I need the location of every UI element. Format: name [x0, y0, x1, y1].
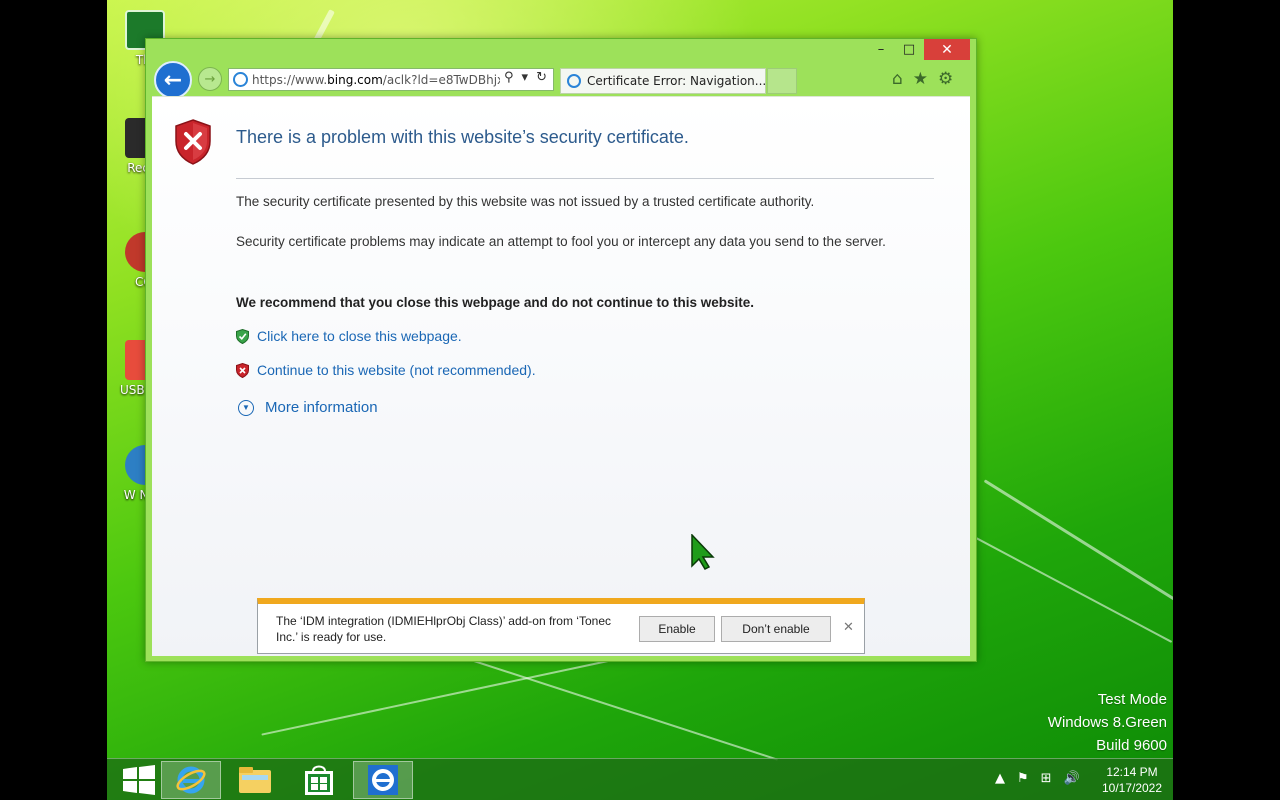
ie-page-icon [233, 72, 248, 87]
dropdown-icon[interactable]: ▾ [522, 70, 529, 85]
search-icon[interactable]: ⚲ [504, 70, 514, 85]
watermark-line-3: Build 9600 [1096, 737, 1167, 754]
volume-icon[interactable]: 🔊 [1064, 771, 1080, 786]
forward-button[interactable]: → [198, 67, 222, 91]
more-information-toggle[interactable]: ▼ More information [238, 399, 378, 416]
close-webpage-link[interactable]: Click here to close this webpage. [236, 328, 462, 344]
ie-window: – □ ✕ ← → https://www. bing.com/aclk?ld=e… [145, 38, 977, 662]
taskbar-clock[interactable]: 12:14 PM 10/17/2022 [1097, 764, 1167, 796]
taskbar-ie-2[interactable] [353, 761, 413, 799]
desktop: Thi Recyc CCl USB Sec W Navi – □ ✕ ← → h… [107, 0, 1173, 800]
cert-warning-text: Security certificate problems may indica… [236, 234, 886, 249]
continue-website-link[interactable]: Continue to this website (not recommende… [236, 362, 536, 378]
divider [236, 178, 934, 179]
network-icon[interactable]: ⊞ [1041, 771, 1052, 786]
watermark-line-1: Test Mode [1097, 691, 1167, 708]
settings-gear-icon[interactable]: ⚙ [938, 69, 953, 89]
wallpaper-streak [983, 479, 1173, 604]
notification-close-icon[interactable]: ✕ [843, 620, 854, 635]
close-webpage-link-label: Click here to close this webpage. [257, 328, 462, 344]
back-button[interactable]: ← [154, 61, 192, 99]
system-tray: ▲ ⚑ ⊞ 🔊 [995, 771, 1080, 786]
error-shield-icon [175, 119, 211, 165]
tab-certificate-error[interactable]: Certificate Error: Navigation... ✕ [560, 68, 782, 94]
favorites-star-icon[interactable]: ★ [913, 69, 928, 89]
more-information-label: More information [265, 399, 378, 416]
internet-explorer-icon [176, 766, 206, 794]
maximize-button[interactable]: □ [896, 39, 922, 60]
enable-button[interactable]: Enable [639, 616, 715, 642]
clock-date: 10/17/2022 [1101, 781, 1163, 795]
windows-logo-icon [123, 765, 155, 795]
taskbar-store[interactable] [289, 761, 349, 799]
taskbar-ie[interactable] [161, 761, 221, 799]
address-tools: ⚲ ▾ ↻ [500, 70, 551, 85]
action-center-flag-icon[interactable]: ⚑ [1017, 771, 1029, 786]
green-shield-icon [236, 328, 249, 344]
test-mode-watermark: Test Mode Windows 8.Green Build 9600 [1048, 688, 1167, 757]
watermark-line-2: Windows 8.Green [1047, 714, 1167, 731]
red-shield-icon [236, 362, 249, 378]
clock-time: 12:14 PM [1106, 765, 1158, 779]
new-tab-button[interactable] [767, 68, 797, 94]
ie-tab-icon [567, 74, 581, 88]
cert-untrusted-text: The security certificate presented by th… [236, 194, 815, 209]
arrow-left-icon: ← [163, 67, 183, 93]
show-hidden-icons-icon[interactable]: ▲ [995, 771, 1005, 786]
continue-website-link-label: Continue to this website (not recommende… [257, 362, 536, 378]
close-window-button[interactable]: ✕ [924, 39, 970, 60]
refresh-icon[interactable]: ↻ [536, 70, 547, 85]
start-button[interactable] [109, 761, 169, 799]
dont-enable-button[interactable]: Don’t enable [721, 616, 831, 642]
taskbar: ▲ ⚑ ⊞ 🔊 12:14 PM 10/17/2022 [107, 758, 1173, 800]
recommend-text: We recommend that you close this webpage… [236, 295, 755, 310]
page-content: There is a problem with this website’s s… [152, 96, 970, 656]
internet-explorer-icon [368, 765, 398, 795]
addon-notification-bar: The ‘IDM integration (IDMIEHlprObj Class… [257, 598, 865, 654]
taskbar-file-explorer[interactable] [225, 761, 285, 799]
browser-tools: ⌂ ★ ⚙ [892, 69, 953, 89]
notification-text: The ‘IDM integration (IDMIEHlprObj Class… [276, 614, 611, 644]
chevron-down-icon: ▼ [238, 399, 254, 416]
mouse-cursor-icon [691, 534, 715, 570]
address-prefix: https://www. [252, 72, 328, 87]
arrow-right-icon: → [204, 71, 216, 87]
address-path: /aclk?ld=e8TwDBhjxC [382, 72, 513, 87]
page-title: There is a problem with this website’s s… [236, 127, 689, 147]
home-icon[interactable]: ⌂ [892, 69, 903, 89]
address-host: bing.com [327, 72, 383, 87]
minimize-button[interactable]: – [868, 39, 894, 60]
folder-icon [239, 767, 271, 793]
tab-title: Certificate Error: Navigation... [587, 74, 767, 88]
store-bag-icon [305, 765, 333, 795]
